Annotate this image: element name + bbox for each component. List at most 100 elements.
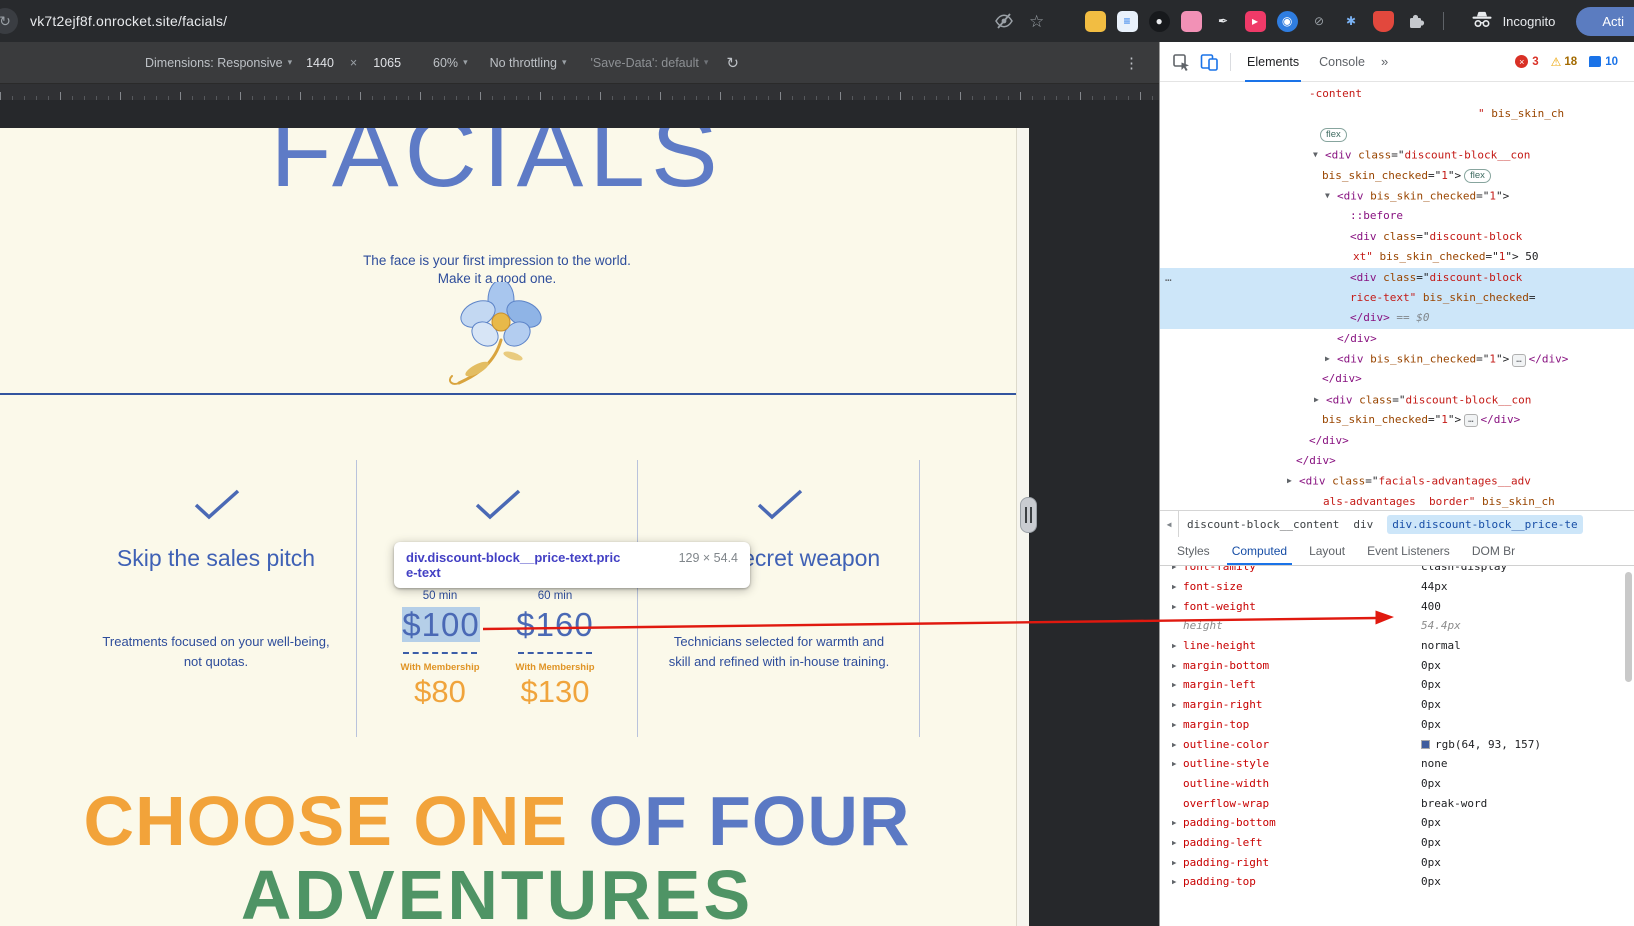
warning-badge[interactable]: ⚠ 18 [1551, 55, 1578, 69]
computed-row[interactable]: outline-width 0px [1160, 774, 1634, 794]
dom-line[interactable]: xt" bis_skin_checked="1"> 50 [1160, 247, 1634, 267]
tab-computed[interactable]: Computed [1221, 537, 1298, 565]
tab-elements[interactable]: Elements [1237, 42, 1309, 82]
computed-row[interactable]: ▶ line-height normal [1160, 636, 1634, 656]
flex-badge[interactable]: flex [1464, 168, 1491, 183]
dom-line[interactable]: bis_skin_checked="1">… </div> [1160, 410, 1634, 430]
tab-layout[interactable]: Layout [1298, 537, 1356, 565]
dom-line[interactable]: … <div class="discount-block [1160, 267, 1634, 288]
computed-row[interactable]: ▶ margin-left 0px [1160, 675, 1634, 695]
expand-arrow-icon[interactable]: ▶ [1172, 858, 1183, 867]
url-text[interactable]: vk7t2ejf8f.onrocket.site/facials/ [30, 13, 227, 29]
computed-row[interactable]: ▶ padding-top 0px [1160, 872, 1634, 892]
dom-line[interactable]: </div> [1160, 369, 1634, 389]
dom-line[interactable]: als-advantages border" bis_skin_ch [1160, 492, 1634, 510]
dom-line[interactable]: -content [1160, 84, 1634, 104]
preview-eye-off-icon[interactable] [993, 10, 1015, 32]
docs-extension-icon[interactable]: ≡ [1116, 10, 1138, 32]
device-toolbar-menu-icon[interactable]: ⋮ [1124, 54, 1159, 72]
computed-row[interactable]: ▶ outline-color rgb(64, 93, 157) [1160, 734, 1634, 754]
computed-row[interactable]: ▶ padding-left 0px [1160, 833, 1634, 853]
shield-extension-icon[interactable] [1372, 10, 1394, 32]
viewport-resize-handle[interactable] [1020, 497, 1037, 533]
breadcrumb-item[interactable]: div [1353, 518, 1373, 531]
computed-row[interactable]: ▶ margin-bottom 0px [1160, 655, 1634, 675]
action-button[interactable]: Acti [1576, 6, 1634, 36]
dom-line[interactable]: ▶ <div bis_skin_checked="1">… </div> [1160, 349, 1634, 369]
device-toolbar-toggle-icon[interactable] [1196, 49, 1222, 75]
expand-arrow-icon[interactable]: ▶ [1172, 740, 1183, 749]
dimensions-select[interactable]: Dimensions: Responsive ▾ [145, 56, 292, 70]
notes-extension-icon[interactable] [1084, 10, 1106, 32]
expand-arrow-icon[interactable]: ▶ [1172, 720, 1183, 729]
computed-row[interactable]: ▶ margin-top 0px [1160, 715, 1634, 735]
computed-row[interactable]: ▶ padding-right 0px [1160, 852, 1634, 872]
dom-line[interactable]: rice-text" bis_skin_checked= [1160, 287, 1634, 309]
dom-line[interactable]: </div> [1160, 329, 1634, 349]
molecule-extension-icon[interactable]: ✱ [1341, 11, 1362, 32]
computed-row[interactable]: ▶ outline-style none [1160, 754, 1634, 774]
video-extension-icon[interactable]: ▸ [1244, 10, 1266, 32]
save-data-select[interactable]: 'Save-Data': default ▾ [591, 56, 709, 70]
zoom-select[interactable]: 60% ▾ [433, 56, 468, 70]
throttling-select[interactable]: No throttling ▾ [490, 56, 567, 70]
pink-extension-icon[interactable] [1180, 10, 1202, 32]
disabled-extension-icon[interactable]: ⊘ [1309, 11, 1330, 32]
error-badge[interactable]: × 3 [1515, 55, 1539, 68]
breadcrumb-item[interactable]: discount-block__content [1187, 518, 1339, 531]
expand-arrow-icon[interactable]: ▶ [1172, 818, 1183, 827]
tab-dom-br[interactable]: DOM Br [1461, 537, 1526, 565]
dom-line[interactable]: ▶ <div class="facials-advantages__adv [1160, 471, 1634, 491]
tab-event-listeners[interactable]: Event Listeners [1356, 537, 1461, 565]
computed-row[interactable]: overflow-wrap break-word [1160, 793, 1634, 813]
more-tabs-icon[interactable]: » [1375, 42, 1394, 82]
expand-arrow-icon[interactable]: ▶ [1172, 838, 1183, 847]
tab-console[interactable]: Console [1309, 42, 1375, 82]
inspect-element-icon[interactable] [1168, 49, 1194, 75]
dom-line[interactable]: " bis_skin_ch [1160, 104, 1634, 124]
issues-badge[interactable]: 10 [1589, 56, 1618, 68]
extensions-puzzle-icon[interactable] [1405, 10, 1427, 32]
dom-line[interactable]: ▼ <div class="discount-block__con [1160, 145, 1634, 165]
expand-arrow-icon[interactable]: ▶ [1172, 582, 1183, 591]
reload-icon[interactable]: ↻ [0, 8, 18, 34]
tab-styles[interactable]: Styles [1166, 537, 1221, 565]
breadcrumb-item[interactable]: div.discount-block__price-te [1387, 514, 1583, 534]
record-extension-icon[interactable]: ● [1148, 10, 1170, 32]
bookmark-star-icon[interactable]: ☆ [1026, 10, 1048, 32]
computed-scrollbar[interactable] [1625, 572, 1632, 682]
computed-row[interactable]: ▶ padding-bottom 0px [1160, 813, 1634, 833]
expand-arrow-icon[interactable]: ▶ [1172, 602, 1183, 611]
dom-line[interactable]: flex [1160, 125, 1634, 145]
swirl-extension-icon[interactable]: ◉ [1276, 10, 1298, 32]
computed-row[interactable]: ▶ margin-right 0px [1160, 695, 1634, 715]
collapsed-children-icon[interactable]: … [1512, 353, 1526, 367]
dom-line[interactable]: ::before [1160, 206, 1634, 226]
dom-line[interactable]: </div> [1160, 431, 1634, 451]
computed-row[interactable]: height 54.4px [1160, 616, 1634, 636]
dom-line[interactable]: ▶ <div class="discount-block__con [1160, 390, 1634, 410]
width-input[interactable]: 1440 [300, 53, 340, 73]
dom-line[interactable]: <div class="discount-block [1160, 227, 1634, 247]
height-input[interactable]: 1065 [367, 53, 407, 73]
expand-arrow-icon[interactable]: ▶ [1172, 566, 1183, 571]
expand-arrow-icon[interactable]: ▶ [1172, 877, 1183, 886]
dom-line[interactable]: </div> == $0 [1160, 308, 1634, 329]
dom-line-menu-icon[interactable]: … [1165, 268, 1173, 288]
dom-line[interactable]: </div> [1160, 451, 1634, 471]
dom-line[interactable]: bis_skin_checked="1"> flex [1160, 166, 1634, 186]
computed-row[interactable]: ▶ font-weight 400 [1160, 596, 1634, 616]
rotate-viewport-icon[interactable]: ↻ [726, 54, 739, 72]
breadcrumb-scroll-button[interactable]: ◀ [1160, 511, 1179, 537]
expand-arrow-icon[interactable]: ▶ [1172, 680, 1183, 689]
dom-line[interactable]: ▼ <div bis_skin_checked="1"> [1160, 186, 1634, 206]
collapsed-children-icon[interactable]: … [1464, 414, 1478, 428]
expand-arrow-icon[interactable]: ▶ [1172, 641, 1183, 650]
expand-arrow-icon[interactable]: ▶ [1172, 661, 1183, 670]
flex-badge[interactable]: flex [1320, 127, 1347, 142]
computed-row[interactable]: ▶ font-family clash-display [1160, 566, 1634, 577]
expand-arrow-icon[interactable]: ▶ [1172, 759, 1183, 768]
computed-row[interactable]: ▶ font-size 44px [1160, 577, 1634, 597]
expand-arrow-icon[interactable]: ▶ [1172, 700, 1183, 709]
eyedropper-extension-icon[interactable]: ✒ [1213, 11, 1234, 32]
